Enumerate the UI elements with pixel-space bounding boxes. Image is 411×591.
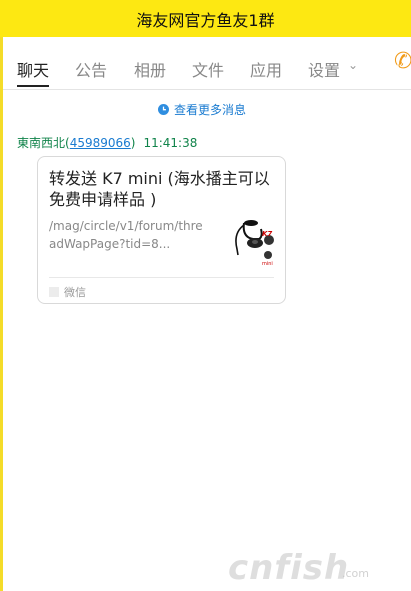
product-thumbnail: K7 mini [231,215,277,269]
message-time: 11:41:38 [143,136,198,150]
sender-name: 東南西北 [17,136,66,150]
svg-text:K7: K7 [262,230,272,238]
group-title: 海友网官方鱼友1群 [136,10,275,30]
sender-id-link[interactable]: 45989066 [70,136,131,150]
card-link: /mag/circle/v1/forum/threadWapPage?tid=8… [49,219,203,251]
tab-announcements[interactable]: 公告 [75,57,107,85]
card-divider [49,277,274,278]
phone-icon[interactable]: ✆ [394,49,411,74]
clock-icon [158,104,169,115]
view-more-label: 查看更多消息 [174,103,247,117]
shared-link-card[interactable]: 转发送 K7 mini (海水播主可以免费申请样品 ) /mag/circle/… [37,156,286,304]
tab-files[interactable]: 文件 [192,57,224,85]
card-title: 转发送 K7 mini (海水播主可以免费申请样品 ) [49,169,270,209]
view-more-messages-link[interactable]: 查看更多消息 [158,101,246,118]
tab-apps[interactable]: 应用 [250,57,282,85]
window-title-bar: 海友网官方鱼友1群 [0,0,411,37]
card-source-label: 微信 [64,286,86,299]
left-edge-strip [0,37,3,591]
cnfish-watermark-domain: .com [342,567,369,580]
chevron-down-icon[interactable]: ⌄ [348,58,358,72]
tab-bar: 聊天 公告 相册 文件 应用 设置 ⌄ ✆ [3,37,411,90]
svg-text:mini: mini [262,261,273,267]
tab-chat[interactable]: 聊天 [17,57,50,87]
message-sender-line: 東南西北(45989066) 11:41:38 [17,136,198,150]
tab-album[interactable]: 相册 [134,57,166,85]
cnfish-watermark: cnfish [228,548,350,588]
tab-settings[interactable]: 设置 [308,57,340,85]
card-source: 微信 [49,284,86,300]
wechat-icon [49,287,59,297]
